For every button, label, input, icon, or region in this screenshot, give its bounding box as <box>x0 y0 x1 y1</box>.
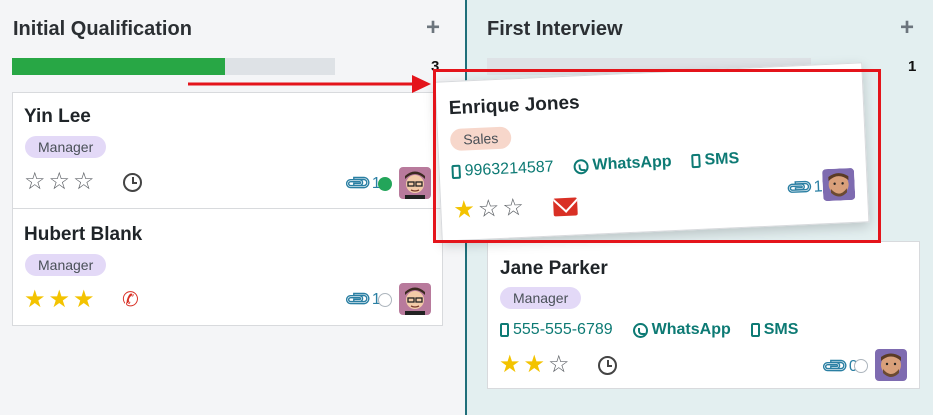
paperclip-icon: 📎︎ <box>342 283 374 315</box>
status-dot-grey[interactable] <box>854 359 868 373</box>
priority-stars[interactable]: ☆ ☆ ☆ <box>24 170 95 194</box>
phone-number: 555-555-6789 <box>513 321 613 338</box>
applicant-name: Jane Parker <box>500 258 608 279</box>
clock-icon[interactable] <box>598 356 617 375</box>
avatar[interactable] <box>399 283 431 315</box>
status-dot-green[interactable] <box>378 177 392 191</box>
star-empty-icon[interactable]: ☆ <box>24 170 46 194</box>
job-tag: Manager <box>500 287 582 309</box>
contact-row: 555-555-6789 WhatsApp SMS <box>500 321 798 339</box>
star-full-icon[interactable]: ★ <box>524 353 546 377</box>
column-progress-bar[interactable] <box>12 58 335 75</box>
paperclip-icon: 📎︎ <box>819 350 851 382</box>
avatar[interactable] <box>399 167 431 199</box>
star-full-icon[interactable]: ★ <box>499 353 521 377</box>
mobile-icon <box>500 323 509 337</box>
star-empty-icon[interactable]: ☆ <box>49 170 71 194</box>
kanban-card[interactable]: Hubert Blank Manager ★ ★ ★ ✆ 📎︎ 1 <box>12 208 443 326</box>
attachment-count[interactable]: 📎︎ 1 <box>343 284 381 314</box>
paperclip-icon: 📎︎ <box>342 167 374 199</box>
sms-link[interactable]: SMS <box>750 321 799 339</box>
job-tag: Manager <box>25 254 107 276</box>
applicant-name: Hubert Blank <box>24 224 143 245</box>
phone-icon[interactable]: ✆ <box>122 287 139 312</box>
column-count: 1 <box>908 58 917 75</box>
highlight-annotation-box <box>433 69 881 243</box>
star-full-icon[interactable]: ★ <box>24 288 46 312</box>
column-title[interactable]: First Interview <box>487 18 623 41</box>
status-dot-grey[interactable] <box>378 293 392 307</box>
clock-icon[interactable] <box>123 173 142 192</box>
kanban-column-initial-qualification: Initial Qualification + 3 Yin Lee Manage… <box>0 0 465 415</box>
column-title[interactable]: Initial Qualification <box>13 18 192 41</box>
star-full-icon[interactable]: ★ <box>73 288 95 312</box>
add-card-button[interactable]: + <box>426 14 440 42</box>
whatsapp-label: WhatsApp <box>651 321 731 338</box>
kanban-card[interactable]: Yin Lee Manager ☆ ☆ ☆ 📎︎ 1 <box>12 92 443 209</box>
star-empty-icon[interactable]: ☆ <box>548 353 570 377</box>
priority-stars[interactable]: ★ ★ ☆ <box>499 353 570 377</box>
star-empty-icon[interactable]: ☆ <box>73 170 95 194</box>
job-tag: Manager <box>25 136 107 158</box>
sms-label: SMS <box>763 321 799 338</box>
progress-fill-green <box>12 58 226 75</box>
attachment-count[interactable]: 📎︎ 1 <box>343 168 381 198</box>
applicant-name: Yin Lee <box>24 106 91 127</box>
whatsapp-icon <box>632 322 648 338</box>
whatsapp-link[interactable]: WhatsApp <box>632 321 731 339</box>
mobile-icon <box>750 323 760 337</box>
attachment-count[interactable]: 📎︎ 0 <box>820 351 858 381</box>
star-full-icon[interactable]: ★ <box>49 288 71 312</box>
phone-link[interactable]: 555-555-6789 <box>500 321 613 339</box>
kanban-card[interactable]: Jane Parker Manager 555-555-6789 WhatsAp… <box>487 241 920 389</box>
avatar[interactable] <box>875 349 907 381</box>
add-card-button[interactable]: + <box>900 14 914 42</box>
priority-stars[interactable]: ★ ★ ★ <box>24 288 95 312</box>
